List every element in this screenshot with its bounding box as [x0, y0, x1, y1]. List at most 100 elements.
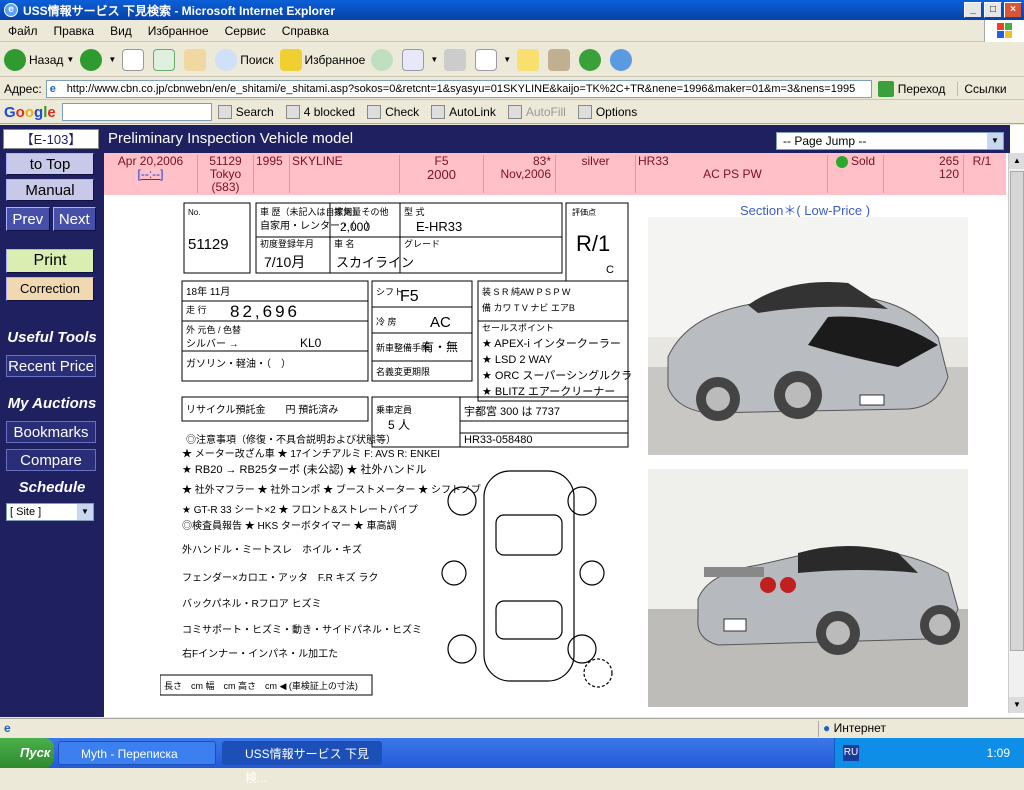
- clock: 1:09: [986, 746, 1010, 760]
- home-icon: [184, 48, 207, 71]
- options-button[interactable]: Options: [577, 105, 637, 119]
- edit-button[interactable]: ▼: [475, 48, 511, 71]
- scroll-thumb[interactable]: [1010, 171, 1024, 651]
- svg-text:No.: No.: [188, 208, 200, 217]
- useful-tools-heading: Useful Tools: [7, 329, 97, 346]
- menu-tools[interactable]: Сервис: [217, 24, 274, 38]
- svg-text:長さ cm 幅 cm 高さ cm ◀ (車検証上の寸法): 長さ cm 幅 cm 高さ cm ◀ (車検証上の寸法): [164, 680, 358, 691]
- to-top-button[interactable]: to Top: [6, 153, 94, 175]
- taskbar-item-myth[interactable]: Myth - Переписка: [58, 741, 216, 765]
- go-button[interactable]: Переход: [877, 80, 945, 97]
- svg-text:コミサポート・ヒズミ・動き・サイドパネル・ヒズミ: コミサポート・ヒズミ・動き・サイドパネル・ヒズミ: [182, 623, 422, 636]
- google-search-button[interactable]: Search: [217, 105, 274, 119]
- dropdown-arrow-icon: ▼: [987, 133, 1003, 149]
- links-button[interactable]: Ссылки: [957, 81, 1007, 96]
- svg-text:外ハンドル・ミートスレ ホイル・キズ: 外ハンドル・ミートスレ ホイル・キズ: [182, 543, 362, 556]
- svg-text:セールスポイント: セールスポイント: [482, 323, 554, 333]
- status-badge: Sold: [850, 154, 876, 168]
- stop-button[interactable]: [122, 48, 147, 71]
- refresh-button[interactable]: [153, 48, 178, 71]
- scroll-up-arrow-icon[interactable]: ▲: [1009, 153, 1024, 169]
- menu-favorites[interactable]: Избранное: [140, 24, 217, 38]
- svg-text:◎注意事項（修復・不具合説明および状態等）: ◎注意事項（修復・不具合説明および状態等）: [186, 433, 396, 446]
- back-arrow-icon: [4, 48, 26, 71]
- search-button[interactable]: Поиск: [215, 48, 274, 71]
- svg-text:フェンダー×カロエ・アッタ F.R キズ ラク: フェンダー×カロエ・アッタ F.R キズ ラク: [182, 571, 378, 584]
- svg-text:5 人: 5 人: [388, 418, 410, 432]
- print-button[interactable]: Print: [6, 249, 94, 273]
- taskbar-item-browser[interactable]: USS情報サービス 下見検...: [222, 741, 382, 785]
- start-button[interactable]: Пуск: [0, 738, 54, 768]
- vehicle-photo-front[interactable]: [648, 217, 968, 455]
- svg-text:スカイライン: スカイライン: [336, 255, 414, 270]
- print-toolbar-button[interactable]: [444, 48, 469, 71]
- scroll-down-arrow-icon[interactable]: ▼: [1009, 697, 1024, 713]
- popup-blocker-button[interactable]: 4 blocked: [285, 105, 355, 119]
- sheet-plate: 宇都宮 300 は 7737: [464, 404, 560, 418]
- price-cell: 265 120: [884, 155, 964, 193]
- svg-text:初度登録年月: 初度登録年月: [260, 238, 314, 249]
- autofill-button[interactable]: AutoFill: [507, 105, 566, 119]
- recent-price-button[interactable]: Recent Price: [6, 355, 96, 377]
- svg-text:リサイクル預託金 円 預託済み: リサイクル預託金 円 預託済み: [186, 403, 338, 416]
- my-auctions-heading: My Auctions: [7, 395, 97, 412]
- history-button[interactable]: [371, 48, 396, 71]
- vertical-scrollbar[interactable]: ▲ ▼: [1008, 153, 1024, 713]
- page-jump-select[interactable]: -- Page Jump -- ▼: [776, 132, 1004, 150]
- inspection-sheet: No. 51129 車 歴（未記入は自家用）その他 自家用・レンター・（ ） 排…: [160, 201, 632, 701]
- go-arrow-icon: [877, 80, 894, 97]
- type-equipment-cell: HR33 AC PS PW: [636, 155, 828, 193]
- bookmarks-button[interactable]: Bookmarks: [6, 421, 96, 443]
- printer-icon: [444, 48, 467, 71]
- page-icon: e: [4, 721, 11, 735]
- sheet-inspection-date: 18年 11月: [186, 285, 230, 298]
- menu-edit[interactable]: Правка: [46, 24, 103, 38]
- messenger-icon: [610, 48, 633, 71]
- prev-button[interactable]: Prev: [6, 207, 50, 231]
- google-search-input[interactable]: [61, 103, 212, 121]
- vehicle-photo-rear[interactable]: [648, 469, 968, 707]
- stop-icon: [122, 48, 145, 71]
- forward-arrow-icon: [80, 48, 103, 71]
- status-bar: e ● Интернет: [0, 718, 1024, 738]
- favorites-button[interactable]: Избранное: [279, 48, 365, 71]
- mail-button[interactable]: ▼: [402, 48, 438, 71]
- svg-text:2,000: 2,000: [340, 220, 370, 234]
- icq-button[interactable]: [579, 48, 604, 71]
- site-code-badge: 【E-103】: [3, 129, 99, 149]
- svg-text:有・無: 有・無: [422, 339, 458, 354]
- menu-bar: Файл Правка Вид Избранное Сервис Справка: [0, 20, 1024, 42]
- notes-button[interactable]: [517, 48, 542, 71]
- messenger-button[interactable]: [610, 48, 635, 71]
- menu-view[interactable]: Вид: [102, 24, 140, 38]
- system-tray: RU 1:09: [834, 738, 1024, 768]
- autolink-icon: [431, 105, 446, 119]
- maximize-button[interactable]: □: [984, 2, 1002, 18]
- google-logo[interactable]: Google: [4, 104, 56, 121]
- back-button[interactable]: Назад ▼: [4, 48, 74, 71]
- next-button[interactable]: Next: [52, 207, 96, 231]
- color-cell: silver: [556, 155, 636, 193]
- spell-check-button[interactable]: Check: [367, 105, 419, 119]
- compare-button[interactable]: Compare: [6, 449, 96, 471]
- svg-text:備 カワ T V ナビ エアB: 備 カワ T V ナビ エアB: [482, 302, 575, 313]
- svg-text:評価点: 評価点: [572, 207, 596, 217]
- research-button[interactable]: [548, 48, 573, 71]
- schedule-heading[interactable]: Schedule: [0, 479, 104, 496]
- close-button[interactable]: ×: [1004, 2, 1022, 18]
- lot-link[interactable]: [--:--]: [104, 168, 197, 181]
- forward-button[interactable]: ▼: [80, 48, 116, 71]
- sheet-transmission: F5: [400, 288, 419, 305]
- minimize-button[interactable]: _: [964, 2, 982, 18]
- svg-text:走 行: 走 行: [186, 304, 207, 315]
- manual-button[interactable]: Manual: [6, 179, 94, 201]
- site-select[interactable]: [ Site ] ▼: [6, 503, 94, 521]
- autolink-button[interactable]: AutoLink: [431, 105, 496, 119]
- correction-button[interactable]: Correction: [6, 277, 94, 301]
- menu-help[interactable]: Справка: [274, 24, 337, 38]
- address-input[interactable]: http://www.cbn.co.jp/cbnwebn/en/e_shitam…: [45, 79, 872, 98]
- home-button[interactable]: [184, 48, 209, 71]
- language-indicator[interactable]: RU: [843, 745, 859, 761]
- menu-file[interactable]: Файл: [0, 24, 46, 38]
- svg-text:乗車定員: 乗車定員: [376, 404, 412, 415]
